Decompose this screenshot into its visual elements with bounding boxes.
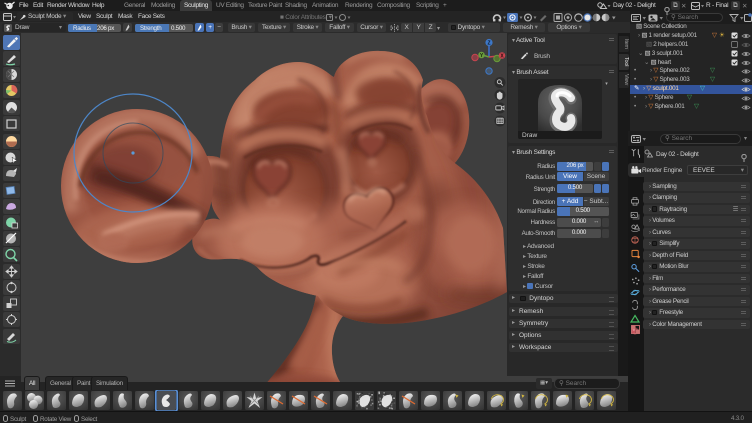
svg-text:Z: Z — [487, 41, 490, 47]
svg-text:Draw: Draw — [522, 132, 537, 139]
